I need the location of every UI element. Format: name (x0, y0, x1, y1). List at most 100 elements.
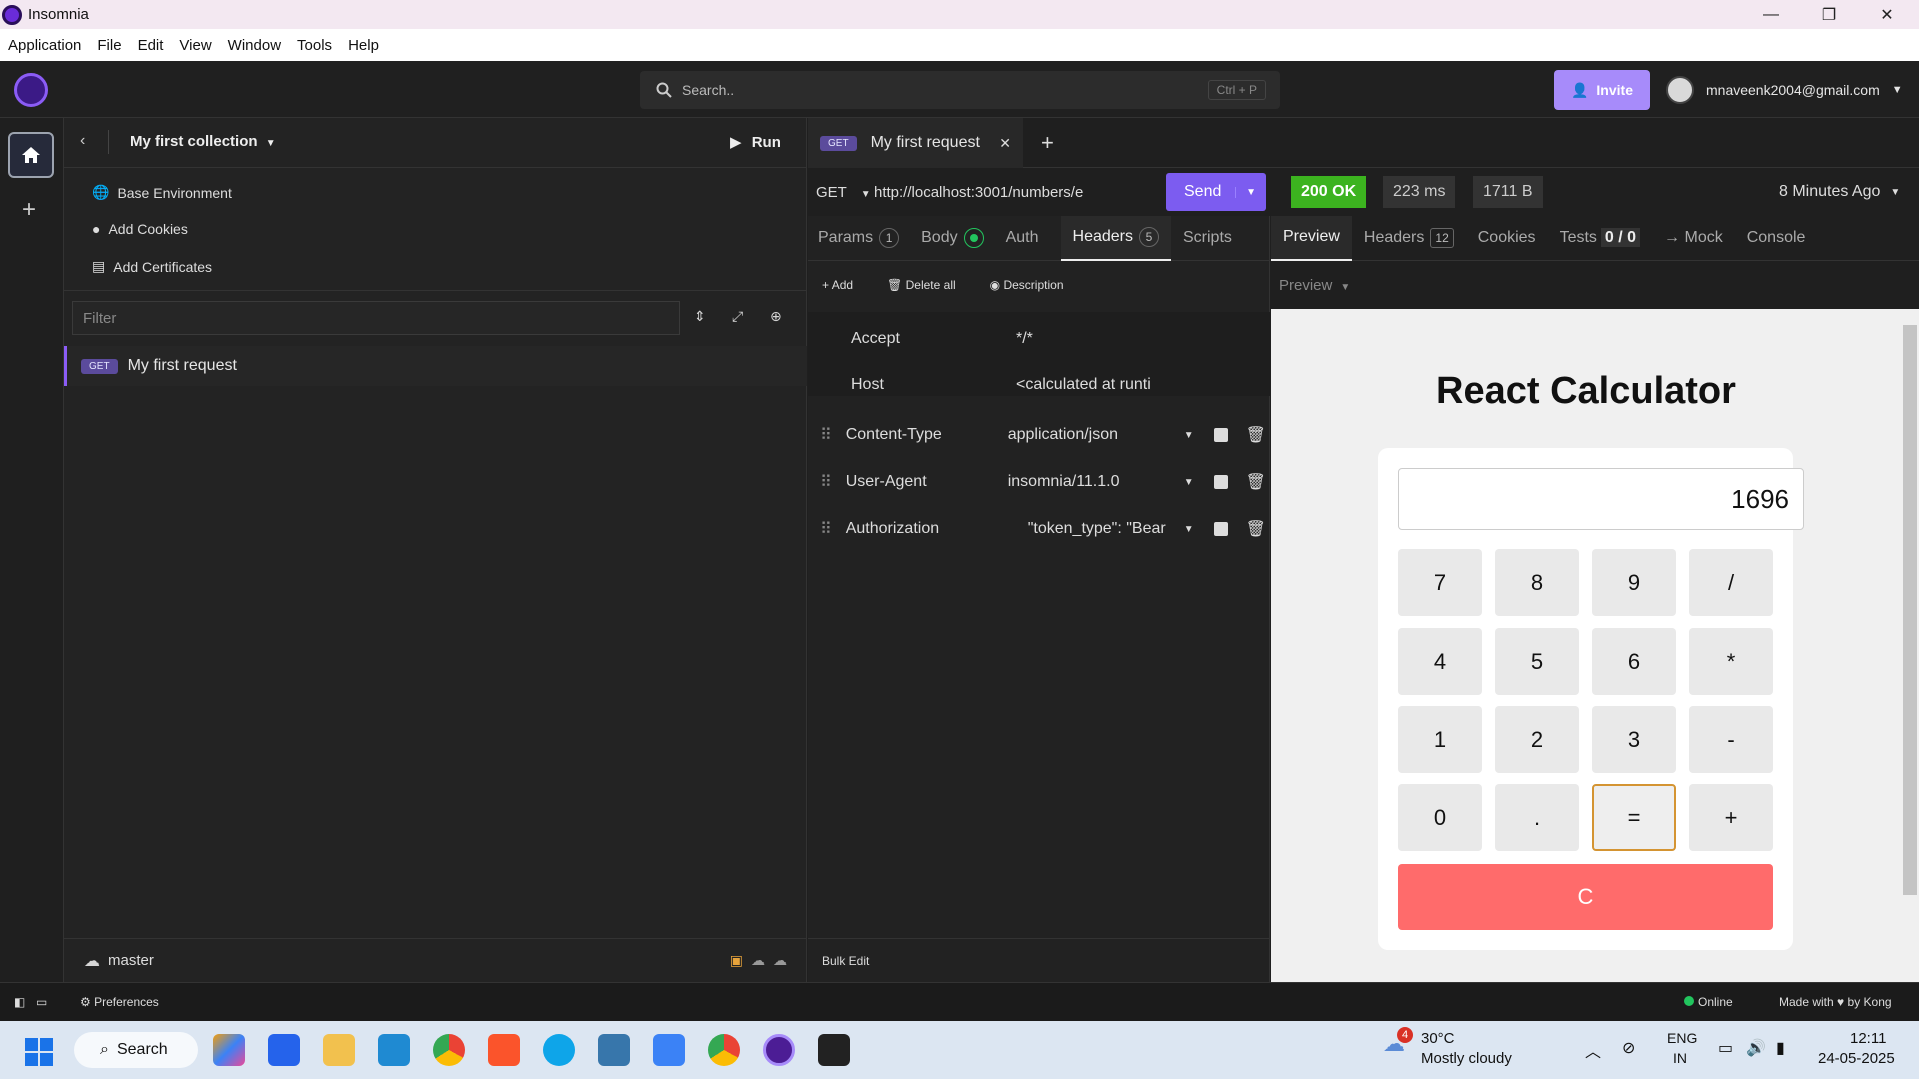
key-3[interactable]: 3 (1592, 706, 1676, 773)
trash-icon[interactable]: 🗑 (1246, 472, 1266, 492)
branch-name[interactable]: master (108, 952, 154, 969)
tab-auth[interactable]: Auth (1006, 229, 1039, 247)
tab-response-headers[interactable]: Headers 12 (1364, 228, 1454, 248)
user-menu[interactable]: mnaveenk2004@gmail.com ▼ (1666, 73, 1903, 107)
trash-icon[interactable]: 🗑 (1246, 519, 1266, 539)
key-5[interactable]: 5 (1495, 628, 1579, 695)
header-name[interactable]: User-Agent (846, 473, 1008, 491)
chrome-icon[interactable] (433, 1034, 465, 1066)
back-icon[interactable]: ‹ (80, 132, 85, 150)
key-0[interactable]: 0 (1398, 784, 1482, 851)
vscode-icon[interactable] (378, 1034, 410, 1066)
brave-icon[interactable] (488, 1034, 520, 1066)
key-add[interactable]: + (1689, 784, 1773, 851)
windows-start-icon[interactable] (25, 1038, 53, 1066)
chevron-down-icon[interactable]: ▼ (1184, 477, 1194, 488)
enable-checkbox[interactable] (1213, 522, 1228, 536)
language-secondary[interactable]: IN (1673, 1050, 1687, 1066)
python-icon[interactable] (598, 1034, 630, 1066)
key-equals[interactable]: = (1592, 784, 1676, 851)
made-with-kong[interactable]: Made with ♥ by Kong (1779, 995, 1892, 1009)
battery-icon[interactable]: ▮ (1776, 1038, 1785, 1058)
menu-application[interactable]: Application (8, 37, 81, 54)
send-button[interactable]: Send ▼ (1166, 173, 1266, 211)
menu-window[interactable]: Window (228, 37, 281, 54)
filter-input[interactable]: Filter (72, 301, 680, 335)
response-history-dropdown[interactable]: 8 Minutes Ago ▼ (1769, 176, 1910, 208)
tab-params[interactable]: Params 1 (818, 228, 900, 248)
new-tab-icon[interactable]: + (1041, 130, 1054, 156)
key-2[interactable]: 2 (1495, 706, 1579, 773)
insomnia-taskbar-icon[interactable] (763, 1034, 795, 1066)
close-icon[interactable]: ✕ (999, 135, 1011, 152)
add-request-icon[interactable]: ⊕ (770, 308, 782, 325)
collection-name-dropdown[interactable]: My first collection ▼ (130, 133, 276, 150)
header-value[interactable]: "token_type": "Bear (1028, 520, 1184, 538)
header-value[interactable]: application/json (1008, 426, 1184, 444)
preferences-button[interactable]: ⚙ Preferences (80, 995, 159, 1009)
insomnia-logo-icon[interactable] (14, 73, 48, 107)
key-decimal[interactable]: . (1495, 784, 1579, 851)
key-8[interactable]: 8 (1495, 549, 1579, 616)
key-divide[interactable]: / (1689, 549, 1773, 616)
tab-mock[interactable]: → Mock (1664, 229, 1723, 247)
network-icon[interactable]: ⊘ (1622, 1038, 1635, 1058)
tab-console[interactable]: Console (1747, 229, 1806, 247)
taskbar-search[interactable]: ⌕ Search (74, 1032, 198, 1068)
tab-headers[interactable]: Headers 5 (1060, 215, 1171, 261)
sidebar-item-add-certificates[interactable]: ▤ Add Certificates (92, 258, 212, 275)
tab-scripts[interactable]: Scripts (1183, 229, 1232, 247)
invite-button[interactable]: 👤 Invite (1554, 70, 1650, 110)
weather-desc[interactable]: Mostly cloudy (1421, 1050, 1512, 1067)
drag-handle-icon[interactable]: ⠿ (820, 519, 832, 539)
menu-help[interactable]: Help (348, 37, 379, 54)
chevron-down-icon[interactable]: ▼ (1184, 524, 1194, 535)
cloud-download-icon[interactable]: ☁ (751, 952, 765, 969)
tab-body[interactable]: Body (921, 228, 984, 248)
copilot-icon[interactable] (213, 1034, 245, 1066)
enable-checkbox[interactable] (1213, 475, 1228, 489)
cloud-upload-icon[interactable]: ☁ (773, 952, 787, 969)
drag-handle-icon[interactable]: ⠿ (820, 472, 832, 492)
chevron-down-icon[interactable]: ▼ (1184, 430, 1194, 441)
clock-date[interactable]: 24-05-2025 (1818, 1050, 1895, 1067)
method-select[interactable]: GET ▼ (816, 184, 871, 201)
tab-preview[interactable]: Preview (1271, 215, 1352, 261)
key-9[interactable]: 9 (1592, 549, 1676, 616)
notepad-icon[interactable] (653, 1034, 685, 1066)
request-list-item[interactable]: GET My first request (64, 346, 807, 386)
store-icon[interactable] (268, 1034, 300, 1066)
menu-file[interactable]: File (97, 37, 121, 54)
toggle-panel-icon[interactable]: ▭ (36, 995, 47, 1009)
home-button[interactable] (8, 132, 54, 178)
header-name[interactable]: Content-Type (846, 426, 1008, 444)
bulk-edit-button[interactable]: Bulk Edit (822, 954, 869, 968)
package-icon[interactable]: ▣ (730, 952, 743, 969)
volume-icon[interactable]: 🔊 (1746, 1038, 1766, 1058)
sidebar-item-add-cookies[interactable]: ● Add Cookies (92, 221, 188, 237)
drag-handle-icon[interactable]: ⠿ (820, 425, 832, 445)
chevron-down-icon[interactable]: ▼ (1235, 186, 1256, 198)
menu-tools[interactable]: Tools (297, 37, 332, 54)
preview-mode-dropdown[interactable]: Preview ▼ (1279, 277, 1350, 294)
minimize-button[interactable]: — (1742, 0, 1800, 29)
expand-icon[interactable]: ⤢ (732, 308, 743, 325)
header-value[interactable]: insomnia/11.1.0 (1008, 473, 1184, 491)
close-window-button[interactable]: ✕ (1858, 0, 1916, 29)
display-icon[interactable]: ▭ (1718, 1038, 1733, 1058)
key-multiply[interactable]: * (1689, 628, 1773, 695)
tab-my-first-request[interactable]: GET My first request ✕ (808, 118, 1023, 168)
enable-checkbox[interactable] (1213, 428, 1228, 442)
chevron-up-icon[interactable]: ︿ (1585, 1038, 1601, 1062)
key-subtract[interactable]: - (1689, 706, 1773, 773)
tab-tests[interactable]: Tests 0 / 0 (1560, 228, 1641, 247)
delete-all-button[interactable]: 🗑 Delete all (887, 278, 956, 292)
weather-temp[interactable]: 30°C (1421, 1030, 1455, 1047)
key-6[interactable]: 6 (1592, 628, 1676, 695)
menu-edit[interactable]: Edit (138, 37, 164, 54)
file-explorer-icon[interactable] (323, 1034, 355, 1066)
chrome-profile-icon[interactable] (708, 1034, 740, 1066)
url-input[interactable]: http://localhost:3001/numbers/e (874, 184, 1083, 201)
terminal-icon[interactable] (818, 1034, 850, 1066)
key-1[interactable]: 1 (1398, 706, 1482, 773)
